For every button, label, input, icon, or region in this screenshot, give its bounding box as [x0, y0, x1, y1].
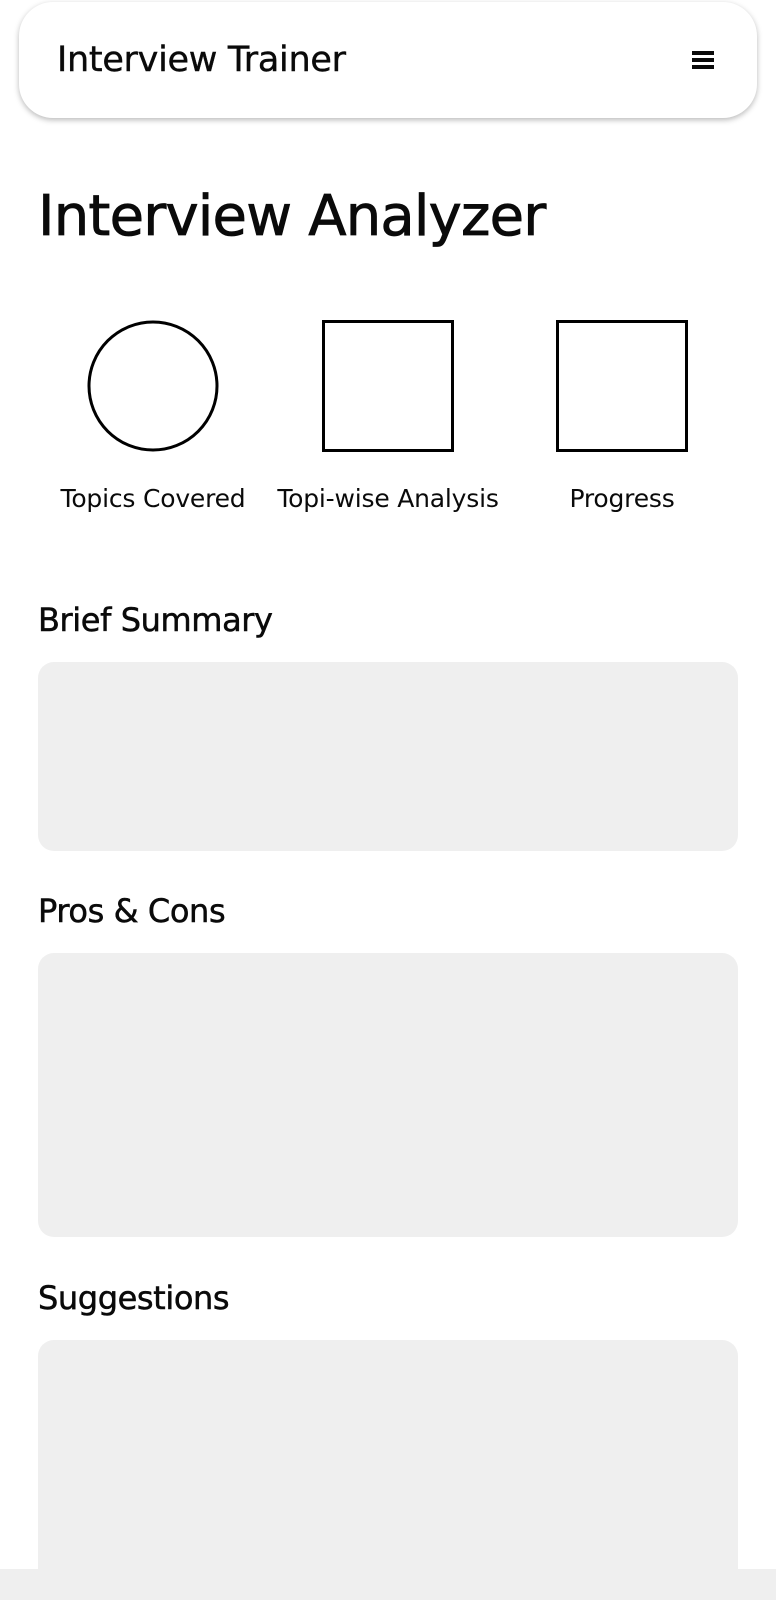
- analysis-cards: Topics Covered Topi-wise Analysis Progre…: [0, 320, 776, 520]
- topics-covered-card[interactable]: Topics Covered: [33, 320, 273, 513]
- app-title: Interview Trainer: [57, 40, 346, 80]
- page-title: Interview Analyzer: [38, 184, 547, 250]
- topics-covered-label: Topics Covered: [60, 484, 246, 513]
- square-icon: [556, 320, 688, 452]
- suggestions-heading: Suggestions: [38, 1279, 230, 1318]
- topic-wise-analysis-label: Topi-wise Analysis: [277, 484, 499, 513]
- suggestions-panel: [38, 1340, 738, 1600]
- pros-cons-panel: [38, 953, 738, 1237]
- menu-button[interactable]: [685, 42, 721, 78]
- progress-card[interactable]: Progress: [502, 320, 742, 513]
- topic-wise-analysis-card[interactable]: Topi-wise Analysis: [268, 320, 508, 513]
- progress-label: Progress: [569, 484, 675, 513]
- pros-cons-heading: Pros & Cons: [38, 892, 226, 931]
- app-bar: Interview Trainer: [19, 2, 757, 118]
- square-icon: [322, 320, 454, 452]
- hamburger-icon: [692, 51, 714, 69]
- brief-summary-panel: [38, 662, 738, 851]
- brief-summary-heading: Brief Summary: [38, 601, 273, 640]
- circle-icon: [87, 320, 219, 452]
- screen: Interview Trainer Interview Analyzer Top…: [0, 0, 776, 1600]
- bottom-bar: [0, 1569, 776, 1600]
